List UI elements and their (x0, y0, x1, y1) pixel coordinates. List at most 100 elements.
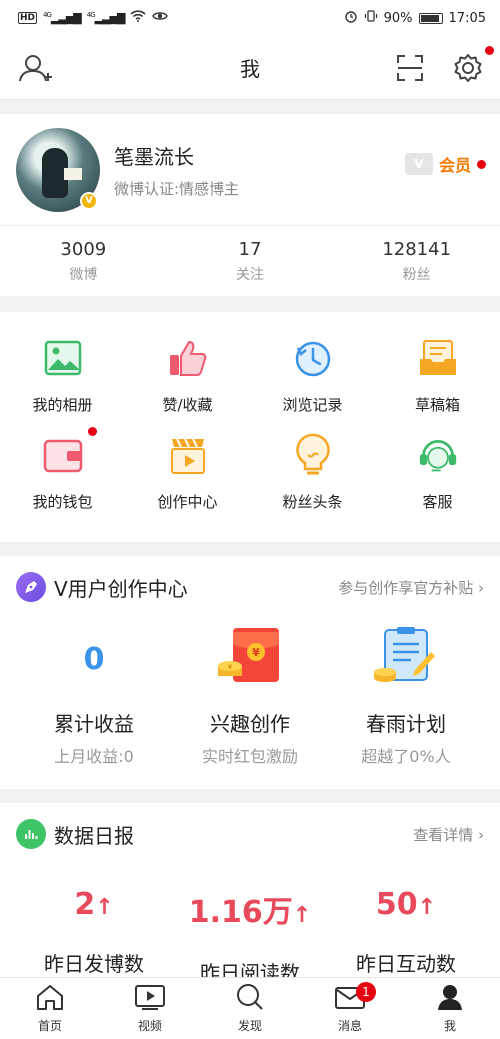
creator-earnings[interactable]: 0 累计收益 上月收益:0 (16, 624, 172, 767)
clock-time: 17:05 (448, 10, 486, 26)
creator-visual: 0 (16, 624, 172, 694)
status-left: HD 4G▂▃▅▇ 4G▂▃▅▇ (18, 10, 169, 26)
grid-item-history[interactable]: 浏览记录 (250, 338, 375, 415)
vip-notification-dot (477, 159, 486, 169)
grid-item-drafts[interactable]: 草稿箱 (375, 338, 500, 415)
tab-video[interactable]: 视频 (100, 978, 200, 1039)
tab-discover[interactable]: 发现 (200, 978, 300, 1039)
data-report-card: 数据日报 查看详情 › 2↑ 昨日发博数 1.16万↑ 昨日阅读数 50↑ 昨日… (0, 803, 500, 1003)
bottom-tab-bar: 首页 视频 发现 1 消息 我 (0, 977, 500, 1039)
signal-icon: 4G▂▃▅▇ (43, 11, 82, 25)
creation-icon (168, 435, 208, 475)
report-value: 50↑ (375, 887, 437, 922)
grid-row: 我的钱包 创作中心 粉丝头条 客服 (0, 427, 500, 512)
grid-item-likes[interactable]: 赞/收藏 (125, 338, 250, 415)
view-details-link[interactable]: 查看详情 › (413, 824, 484, 845)
avatar-book (64, 167, 82, 180)
grid-item-album[interactable]: 我的相册 (0, 338, 125, 415)
feature-grid: 我的相册 赞/收藏 浏览记录 草稿箱 我的钱包 创作中心 粉丝头条 客服 (0, 312, 500, 542)
status-right: 90% 17:05 (344, 9, 486, 27)
report-reads[interactable]: 1.16万↑ 昨日阅读数 (172, 887, 328, 986)
grid-label: 浏览记录 (282, 396, 343, 414)
grid-item-customer-service[interactable]: 客服 (375, 435, 500, 512)
vip-label: 会员 (438, 156, 471, 175)
arrow-up-icon: ↑ (95, 895, 114, 920)
stats-bar: 3009 微博 17 关注 128141 粉丝 (0, 226, 500, 296)
chevron-right-icon: › (478, 578, 484, 597)
creator-visual: ¥ ¥ (172, 624, 328, 694)
grid-item-wallet[interactable]: 我的钱包 (0, 427, 125, 512)
tab-profile[interactable]: 我 (400, 978, 500, 1039)
grid-label: 创作中心 (157, 493, 218, 511)
section-link-text: 查看详情 (413, 825, 474, 844)
alarm-icon (344, 9, 358, 27)
settings-gear-icon[interactable] (452, 45, 494, 84)
grid-label: 我的钱包 (32, 493, 93, 511)
svg-text:¥: ¥ (228, 663, 233, 671)
report-value: 2↑ (74, 887, 114, 922)
svg-text:¥: ¥ (252, 646, 260, 659)
grid-item-headline[interactable]: 粉丝头条 (250, 433, 375, 512)
report-row: 2↑ 昨日发博数 1.16万↑ 昨日阅读数 50↑ 昨日互动数 (16, 849, 484, 986)
plan-clipboard-icon (371, 626, 441, 692)
stat-following[interactable]: 17 关注 (167, 239, 334, 284)
report-value: 1.16万↑ (188, 895, 312, 930)
verification-text: 微博认证:情感博主 (114, 179, 240, 198)
hd-indicator: HD (18, 12, 38, 24)
section-header: V用户创作中心 参与创作享官方补贴 › (16, 572, 484, 602)
album-icon (43, 338, 83, 378)
grid-row: 我的相册 赞/收藏 浏览记录 草稿箱 (0, 338, 500, 415)
tab-home[interactable]: 首页 (0, 978, 100, 1039)
creator-plan[interactable]: 春雨计划 超越了0%人 (328, 624, 484, 767)
profile-info: 笔墨流长 微博认证:情感博主 (114, 141, 239, 199)
video-icon (134, 983, 166, 1015)
home-icon (35, 983, 65, 1015)
profile-card[interactable]: V 笔墨流长 微博认证:情感博主 V 会员 (0, 114, 500, 226)
status-bar: HD 4G▂▃▅▇ 4G▂▃▅▇ 90% 17:05 (0, 0, 500, 36)
grid-item-creation[interactable]: 创作中心 (125, 435, 250, 512)
stat-label: 微博 (69, 266, 98, 283)
tab-messages[interactable]: 1 消息 (300, 978, 400, 1039)
signal-icon-2: 4G▂▃▅▇ (86, 11, 126, 25)
creator-row: 0 累计收益 上月收益:0 ¥ ¥ 兴趣创作 实时红包激励 春雨计划 超越了0%人 (16, 602, 484, 789)
creator-title: 累计收益 (54, 712, 134, 736)
creator-sub: 超越了0%人 (361, 747, 451, 766)
creator-center-card: V用户创作中心 参与创作享官方补贴 › 0 累计收益 上月收益:0 ¥ ¥ 兴趣创… (0, 556, 500, 789)
section-title-wrap: 数据日报 (16, 819, 134, 849)
drafts-icon (418, 338, 458, 378)
vip-button[interactable]: V 会员 (404, 152, 486, 176)
profile-icon (435, 983, 465, 1015)
stat-label: 关注 (236, 266, 264, 283)
unread-badge: 1 (356, 982, 376, 1002)
stat-value: 17 (238, 238, 262, 260)
chevron-right-icon: › (478, 825, 484, 844)
verified-badge-icon: V (80, 191, 98, 210)
wifi-icon (130, 10, 147, 26)
username: 笔墨流长 (114, 144, 194, 169)
stat-followers[interactable]: 128141 粉丝 (333, 239, 500, 284)
report-posts[interactable]: 2↑ 昨日发博数 (16, 887, 172, 986)
stat-weibo[interactable]: 3009 微博 (0, 239, 167, 284)
grid-label: 客服 (422, 493, 453, 511)
stat-value: 128141 (382, 238, 452, 260)
tab-label: 发现 (237, 1019, 262, 1033)
creator-subsidy-link[interactable]: 参与创作享官方补贴 › (338, 577, 484, 598)
tab-label: 视频 (137, 1019, 162, 1033)
thumbs-up-icon (168, 338, 208, 378)
earnings-value: 0 (83, 641, 105, 677)
creator-title: 春雨计划 (366, 712, 446, 736)
arrow-up-icon: ↑ (417, 895, 437, 920)
report-label: 昨日互动数 (356, 952, 456, 976)
eye-icon (152, 10, 169, 26)
report-interactions[interactable]: 50↑ 昨日互动数 (328, 887, 484, 986)
grid-label: 粉丝头条 (282, 493, 343, 511)
red-envelope-icon: ¥ ¥ (215, 626, 285, 692)
battery-percent: 90% (383, 10, 413, 26)
scan-icon[interactable] (396, 54, 424, 82)
add-friend-icon[interactable] (18, 52, 56, 84)
tab-label: 消息 (337, 1019, 362, 1033)
creator-interest[interactable]: ¥ ¥ 兴趣创作 实时红包激励 (172, 624, 328, 767)
creator-title: 兴趣创作 (210, 712, 290, 736)
grid-label: 草稿箱 (414, 396, 460, 414)
avatar[interactable]: V (16, 127, 100, 212)
